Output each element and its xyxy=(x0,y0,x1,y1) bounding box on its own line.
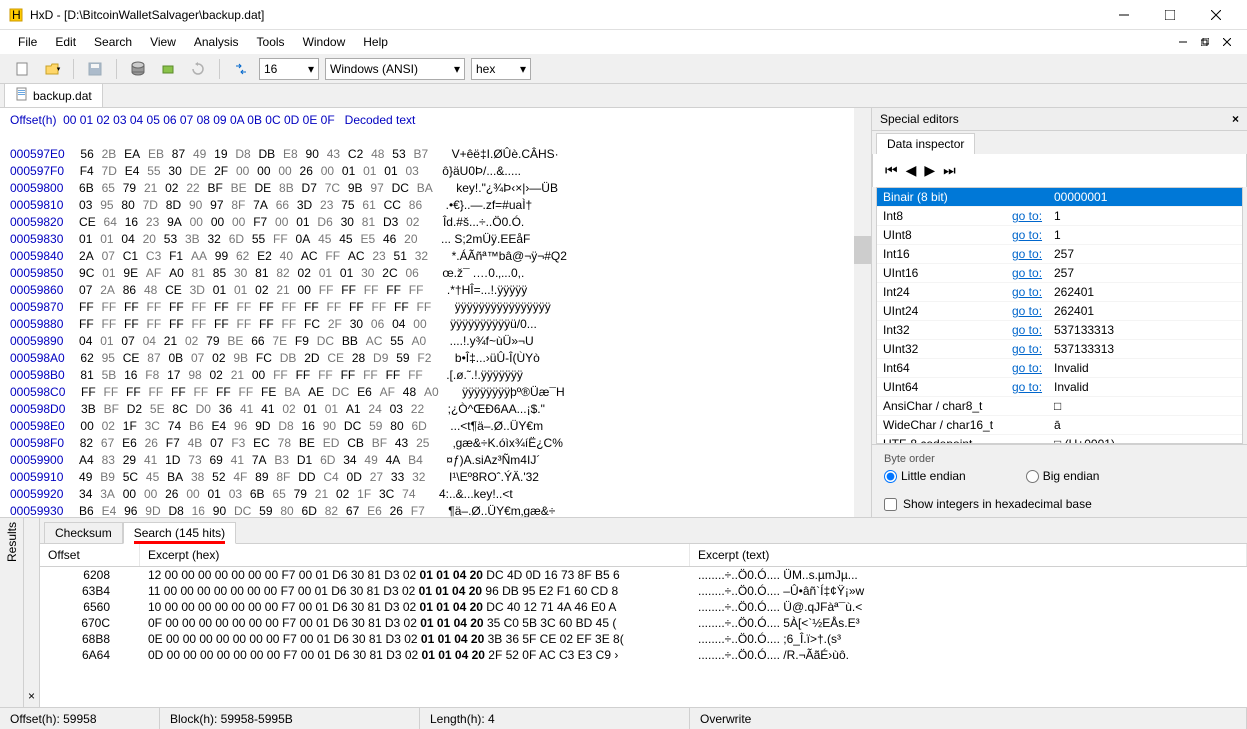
result-row[interactable]: 656010 00 00 00 00 00 00 00 F7 00 01 D6 … xyxy=(40,599,1247,615)
show-hex-checkbox[interactable]: Show integers in hexadecimal base xyxy=(884,497,1092,511)
inspector-row[interactable]: UInt64go to:Invalid xyxy=(877,378,1242,397)
display-select[interactable]: hex ▾ xyxy=(471,58,531,80)
big-endian-radio[interactable]: Big endian xyxy=(1026,469,1100,483)
nav-last-icon[interactable]: ⏭ xyxy=(943,162,956,179)
close-button[interactable] xyxy=(1193,0,1239,30)
little-endian-radio[interactable]: Little endian xyxy=(884,469,966,483)
display-value: hex xyxy=(476,62,495,76)
mdi-close-button[interactable] xyxy=(1217,33,1237,51)
status-mode: Overwrite xyxy=(690,708,1247,729)
inspector-row[interactable]: UInt24go to:262401 xyxy=(877,302,1242,321)
side-panel-title: Special editors xyxy=(880,112,959,126)
menu-edit[interactable]: Edit xyxy=(47,33,84,51)
search-results-tab[interactable]: Search (145 hits) xyxy=(123,522,236,544)
nav-prev-icon[interactable]: ◀ xyxy=(906,162,917,179)
checksum-tab[interactable]: Checksum xyxy=(44,522,123,543)
status-offset: Offset(h): 59958 xyxy=(0,708,160,729)
inspector-row[interactable]: UTF-8 codepoint□ (U+0001) xyxy=(877,435,1242,444)
window-title: HxD - [D:\BitcoinWalletSalvager\backup.d… xyxy=(30,8,264,22)
results-close-button[interactable]: × xyxy=(24,518,40,707)
inspector-row[interactable]: Int16go to:257 xyxy=(877,245,1242,264)
arrows-button[interactable] xyxy=(229,57,253,81)
app-icon: H xyxy=(8,7,24,23)
statusbar: Offset(h): 59958 Block(h): 59958-5995B L… xyxy=(0,707,1247,729)
inspector-row[interactable]: WideChar / char16_tā xyxy=(877,416,1242,435)
inspector-row[interactable]: UInt8go to:1 xyxy=(877,226,1242,245)
save-button[interactable] xyxy=(83,57,107,81)
hex-scrollbar[interactable] xyxy=(854,108,871,517)
menu-search[interactable]: Search xyxy=(86,33,140,51)
file-tabs: backup.dat xyxy=(0,84,1247,108)
minimize-button[interactable] xyxy=(1101,0,1147,30)
result-row[interactable]: 63B411 00 00 00 00 00 00 00 F7 00 01 D6 … xyxy=(40,583,1247,599)
menu-file[interactable]: File xyxy=(10,33,45,51)
menu-help[interactable]: Help xyxy=(355,33,396,51)
inspector-row[interactable]: UInt32go to:537133313 xyxy=(877,340,1242,359)
maximize-button[interactable] xyxy=(1147,0,1193,30)
side-panel-close[interactable]: × xyxy=(1232,112,1239,126)
data-inspector-grid[interactable]: Binair (8 bit)00000001Int8go to:1UInt8go… xyxy=(876,187,1243,444)
file-icon xyxy=(15,87,29,104)
mdi-restore-button[interactable] xyxy=(1195,33,1215,51)
inspector-row[interactable]: UInt16go to:257 xyxy=(877,264,1242,283)
inspector-row[interactable]: AnsiChar / char8_t□ xyxy=(877,397,1242,416)
chevron-down-icon: ▾ xyxy=(454,62,460,76)
chevron-down-icon: ▾ xyxy=(308,62,314,76)
menubar: FileEditSearchViewAnalysisToolsWindowHel… xyxy=(0,30,1247,54)
menu-window[interactable]: Window xyxy=(295,33,354,51)
file-tab[interactable]: backup.dat xyxy=(4,83,103,107)
new-button[interactable] xyxy=(10,57,34,81)
nav-next-icon[interactable]: ▶ xyxy=(924,162,935,179)
data-inspector-tab[interactable]: Data inspector xyxy=(876,133,975,154)
byte-order-label: Byte order xyxy=(884,453,1235,465)
results-header-hex[interactable]: Excerpt (hex) xyxy=(140,544,690,566)
svg-text:H: H xyxy=(12,8,21,22)
titlebar: H HxD - [D:\BitcoinWalletSalvager\backup… xyxy=(0,0,1247,30)
charset-select[interactable]: Windows (ANSI) ▾ xyxy=(325,58,465,80)
bytes-per-row-value: 16 xyxy=(264,62,277,76)
file-tab-label: backup.dat xyxy=(33,89,92,103)
volume-button[interactable] xyxy=(126,57,150,81)
inspector-row[interactable]: Int8go to:1 xyxy=(877,207,1242,226)
result-row[interactable]: 670C0F 00 00 00 00 00 00 00 F7 00 01 D6 … xyxy=(40,615,1247,631)
hex-editor[interactable]: Offset(h) 00 01 02 03 04 05 06 07 08 09 … xyxy=(0,108,854,517)
chevron-down-icon: ▾ xyxy=(520,62,526,76)
menu-analysis[interactable]: Analysis xyxy=(186,33,247,51)
mdi-minimize-button[interactable] xyxy=(1173,33,1193,51)
inspector-row[interactable]: Binair (8 bit)00000001 xyxy=(877,188,1242,207)
result-row[interactable]: 68B80E 00 00 00 00 00 00 00 F7 00 01 D6 … xyxy=(40,631,1247,647)
result-row[interactable]: 6A640D 00 00 00 00 00 00 00 F7 00 01 D6 … xyxy=(40,647,1247,663)
inspector-row[interactable]: Int32go to:537133313 xyxy=(877,321,1242,340)
results-side-label: Results xyxy=(0,518,24,707)
status-block: Block(h): 59958-5995B xyxy=(160,708,420,729)
results-header-text[interactable]: Excerpt (text) xyxy=(690,544,1247,566)
bytes-per-row-select[interactable]: 16 ▾ xyxy=(259,58,319,80)
menu-view[interactable]: View xyxy=(142,33,184,51)
toolbar: ▾ 16 ▾ Windows (ANSI) ▾ hex ▾ xyxy=(0,54,1247,84)
nav-first-icon[interactable]: ⏮ xyxy=(885,162,898,179)
refresh-button[interactable] xyxy=(186,57,210,81)
charset-value: Windows (ANSI) xyxy=(330,62,418,76)
open-button[interactable]: ▾ xyxy=(40,57,64,81)
ram-button[interactable] xyxy=(156,57,180,81)
results-header-offset[interactable]: Offset xyxy=(40,544,140,566)
status-length: Length(h): 4 xyxy=(420,708,690,729)
special-editors-panel: Special editors × Data inspector ⏮ ◀ ▶ ⏭… xyxy=(871,108,1247,517)
inspector-row[interactable]: Int24go to:262401 xyxy=(877,283,1242,302)
result-row[interactable]: 620812 00 00 00 00 00 00 00 F7 00 01 D6 … xyxy=(40,567,1247,583)
menu-tools[interactable]: Tools xyxy=(249,33,293,51)
inspector-row[interactable]: Int64go to:Invalid xyxy=(877,359,1242,378)
